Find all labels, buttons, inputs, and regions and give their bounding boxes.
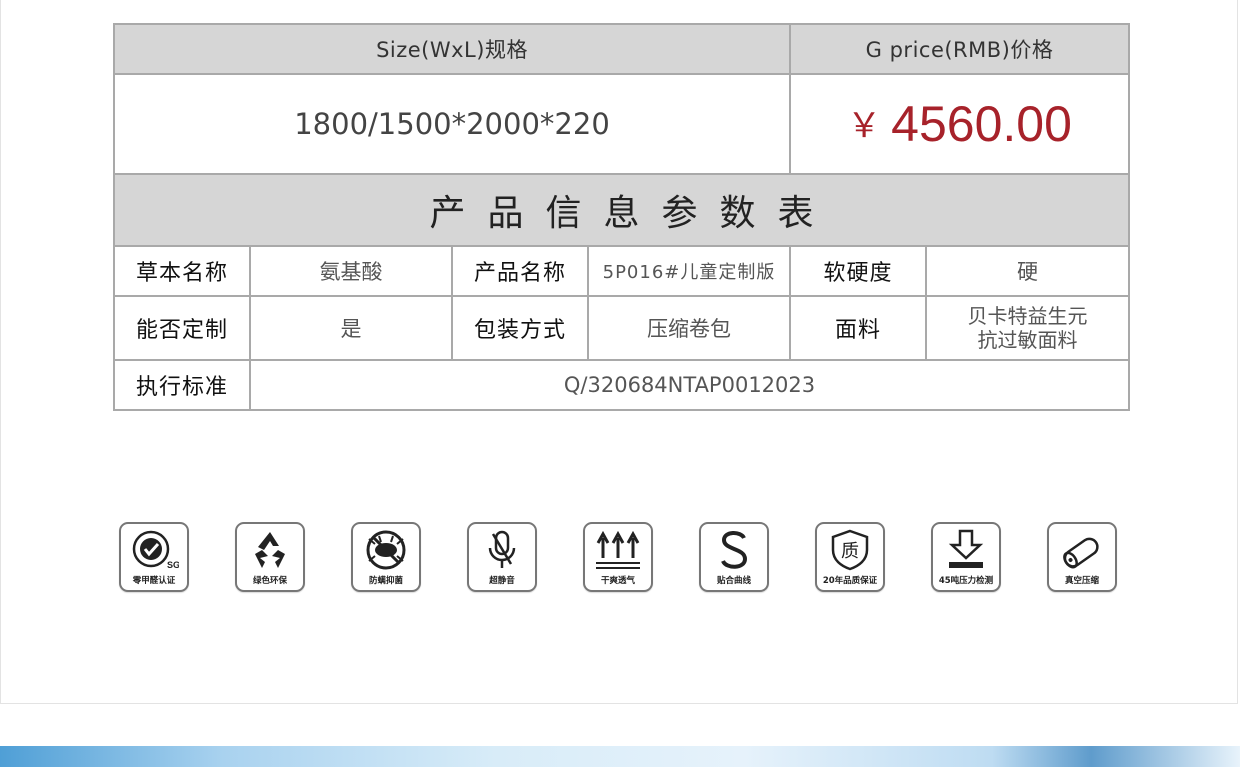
spec-table: Size(WxL)规格 G price(RMB)价格 1800/1500*200… <box>112 23 1131 411</box>
quality-badge-text: 质 <box>841 541 859 562</box>
s-curve-icon <box>721 531 748 569</box>
feature-label: 真空压缩 <box>1064 576 1099 586</box>
feature-silent: 超静音 <box>467 522 537 592</box>
currency-symbol: ￥ <box>847 107 882 145</box>
feature-eco-friendly: 绿色环保 <box>235 522 305 592</box>
quality-shield-icon: 质 <box>831 529 869 571</box>
size-header: Size(WxL)规格 <box>112 23 792 75</box>
packaging-label: 包装方式 <box>451 295 589 361</box>
fabric-value: 贝卡特益生元 抗过敏面料 <box>925 295 1131 361</box>
product-name-value: 5P016#儿童定制版 <box>586 245 792 297</box>
price-amount: 4560.00 <box>891 96 1072 152</box>
feature-breathable: 干爽透气 <box>583 522 653 592</box>
herb-name-label: 草本名称 <box>113 245 251 297</box>
mute-microphone-icon <box>488 530 516 568</box>
product-name-label: 产品名称 <box>451 245 589 297</box>
standard-value: Q/320684NTAP0012023 <box>248 359 1131 411</box>
pressure-test-icon <box>948 529 984 568</box>
feature-label: 20年品质保证 <box>822 576 878 586</box>
price-header: G price(RMB)价格 <box>789 23 1131 75</box>
firmness-label: 软硬度 <box>789 245 928 297</box>
feature-label: 45吨压力检测 <box>938 576 994 586</box>
customizable-label: 能否定制 <box>113 295 251 361</box>
feature-label: 零甲醛认证 <box>132 576 176 586</box>
breathable-arrows-icon <box>596 530 640 569</box>
feature-icons-row: SGS 零甲醛认证 绿色环保 防螨抑菌 超静音 <box>119 522 1122 596</box>
recycle-icon <box>255 532 285 568</box>
feature-label: 贴合曲线 <box>716 576 751 586</box>
feature-quality-warranty: 质 20年品质保证 <box>815 522 885 592</box>
no-mite-icon <box>366 530 406 570</box>
sgs-badge-text: SGS <box>167 560 179 570</box>
fabric-label: 面料 <box>789 295 928 361</box>
fabric-value-line-1: 贝卡特益生元 <box>967 304 1088 328</box>
feature-vacuum-compressed: 真空压缩 <box>1047 522 1117 592</box>
size-value: 1800/1500*2000*220 <box>112 73 792 175</box>
feature-contour-fit: 贴合曲线 <box>699 522 769 592</box>
herb-name-value: 氨基酸 <box>249 245 453 297</box>
feature-pressure-test: 45吨压力检测 <box>931 522 1001 592</box>
bottom-banner <box>0 746 1240 767</box>
feature-label: 干爽透气 <box>600 576 635 586</box>
customizable-value: 是 <box>249 295 453 361</box>
feature-formaldehyde-free: SGS 零甲醛认证 <box>119 522 189 592</box>
packaging-value: 压缩卷包 <box>586 295 792 361</box>
feature-label: 防螨抑菌 <box>368 576 403 586</box>
fabric-value-line-2: 抗过敏面料 <box>977 328 1078 352</box>
firmness-value: 硬 <box>925 245 1131 297</box>
vacuum-roll-icon <box>1063 537 1099 569</box>
feature-label: 超静音 <box>489 576 515 586</box>
feature-anti-mite: 防螨抑菌 <box>351 522 421 592</box>
feature-label: 绿色环保 <box>252 576 287 586</box>
info-table-title: 产品信息参数表 <box>112 173 1131 247</box>
price-value: ￥ 4560.00 <box>789 73 1131 175</box>
standard-label: 执行标准 <box>113 359 251 411</box>
sgs-certification-icon: SGS <box>132 530 179 570</box>
